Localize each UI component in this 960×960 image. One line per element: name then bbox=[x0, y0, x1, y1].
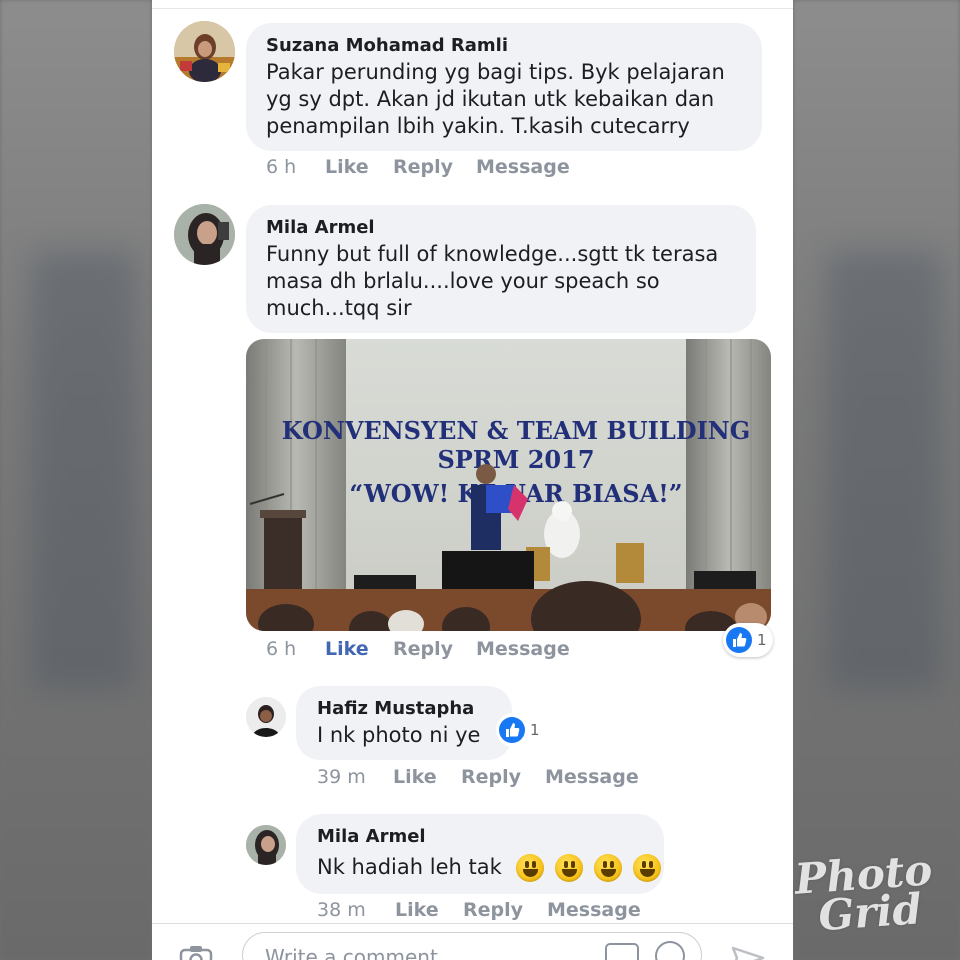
comment-text-line: yg sy dpt. Akan jd ikutan utk kebaikan d… bbox=[266, 87, 715, 111]
like-button[interactable]: Like bbox=[325, 156, 369, 178]
smiley-emoji-icon bbox=[516, 854, 545, 882]
message-button[interactable]: Message bbox=[476, 638, 570, 660]
avatar[interactable] bbox=[246, 697, 286, 737]
comment-author[interactable]: Mila Armel bbox=[266, 217, 375, 238]
comment-input[interactable]: Write a comment... bbox=[242, 932, 702, 960]
reply-text: Nk hadiah leh tak bbox=[317, 855, 502, 879]
comment-photo[interactable]: KONVENSYEN & TEAM BUILDING SPRM 2017 “WO… bbox=[246, 339, 771, 631]
banner-text-line: KONVENSYEN & TEAM BUILDING bbox=[282, 416, 750, 445]
comment-input-placeholder: Write a comment... bbox=[265, 945, 457, 960]
smiley-emoji-icon bbox=[593, 854, 622, 882]
reply-button[interactable]: Reply bbox=[393, 156, 453, 178]
reply-author[interactable]: Hafiz Mustapha bbox=[317, 698, 474, 719]
avatar[interactable] bbox=[246, 825, 286, 865]
banner-text-line: SPRM 2017 bbox=[437, 445, 594, 474]
emoji-icon[interactable] bbox=[655, 941, 685, 960]
photogrid-watermark: Photo Grid bbox=[794, 845, 937, 941]
reply-button[interactable]: Reply bbox=[463, 899, 523, 921]
comments-panel: Suzana Mohamad Ramli Pakar perunding yg … bbox=[152, 0, 793, 960]
comment-author[interactable]: Suzana Mohamad Ramli bbox=[266, 35, 508, 56]
comment-text-line: Funny but full of knowledge...sgtt tk te… bbox=[266, 242, 719, 266]
message-button[interactable]: Message bbox=[547, 899, 641, 921]
reaction-count: 1 bbox=[530, 721, 540, 739]
reply-author[interactable]: Mila Armel bbox=[317, 826, 426, 847]
watermark-line: Grid bbox=[817, 884, 924, 941]
reply-actions: 39 m Like Reply Message bbox=[317, 766, 717, 792]
background-blur-right bbox=[793, 0, 960, 960]
avatar[interactable] bbox=[174, 21, 235, 82]
comment-text-line: much...tqq sir bbox=[266, 296, 412, 320]
like-icon bbox=[726, 627, 752, 653]
like-button[interactable]: Like bbox=[395, 899, 439, 921]
like-button[interactable]: Like bbox=[325, 638, 369, 660]
like-button[interactable]: Like bbox=[393, 766, 437, 788]
comment-actions: 6 h Like Reply Message bbox=[266, 638, 666, 664]
reply-button[interactable]: Reply bbox=[393, 638, 453, 660]
smiley-emoji-icon bbox=[555, 854, 584, 882]
camera-icon[interactable] bbox=[178, 944, 214, 960]
timestamp: 39 m bbox=[317, 766, 366, 788]
comment-text-line: Pakar perunding yg bagi tips. Byk pelaja… bbox=[266, 60, 725, 84]
smiley-emoji-icon bbox=[632, 854, 661, 882]
reply-button[interactable]: Reply bbox=[461, 766, 521, 788]
send-icon[interactable] bbox=[730, 944, 766, 960]
reply-actions: 38 m Like Reply Message bbox=[317, 899, 717, 925]
avatar[interactable] bbox=[174, 204, 235, 265]
gif-icon[interactable] bbox=[605, 943, 639, 960]
timestamp: 6 h bbox=[266, 638, 297, 660]
reply-text-row: Nk hadiah leh tak bbox=[317, 854, 661, 882]
like-icon bbox=[499, 717, 525, 743]
divider bbox=[152, 8, 793, 9]
message-button[interactable]: Message bbox=[545, 766, 639, 788]
timestamp: 6 h bbox=[266, 156, 297, 178]
comment-actions: 6 h Like Reply Message bbox=[266, 156, 666, 182]
reaction-count: 1 bbox=[757, 631, 767, 649]
comment-text-line: masa dh brlalu....love your speach so bbox=[266, 269, 660, 293]
message-button[interactable]: Message bbox=[476, 156, 570, 178]
timestamp: 38 m bbox=[317, 899, 366, 921]
reply-text: I nk photo ni ye bbox=[317, 723, 481, 747]
reaction-badge[interactable]: 1 bbox=[496, 713, 546, 747]
divider bbox=[152, 923, 793, 924]
comment-text-line: penampilan lbih yakin. T.kasih cutecarry bbox=[266, 114, 690, 138]
reaction-badge[interactable]: 1 bbox=[723, 623, 773, 657]
background-blur-left bbox=[0, 0, 152, 960]
